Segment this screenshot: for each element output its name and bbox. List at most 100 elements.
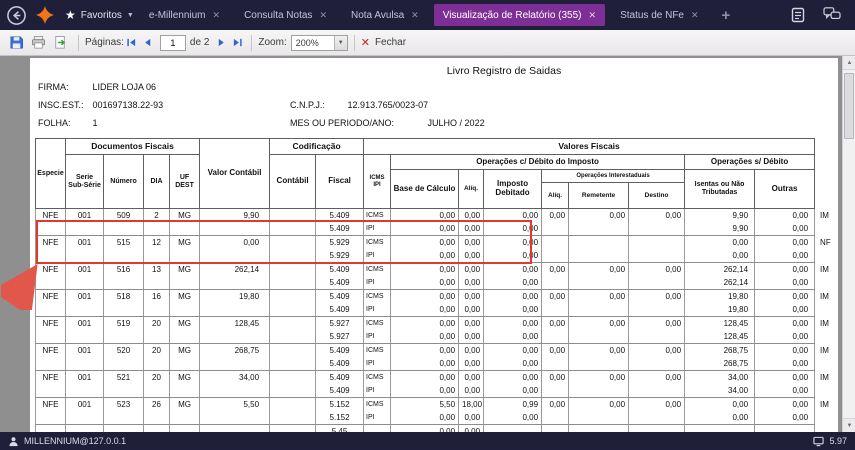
close-label: Fechar [374,37,407,48]
favorites-button[interactable]: ★ Favoritos ▼ [65,8,134,22]
periodo-label: MES OU PERIODO/ANO: [290,118,395,128]
cell-fiscal: 5.152 [315,411,365,425]
cell-destino [628,357,686,371]
cell-aliq: 0,00 [458,370,485,384]
cell-inter-aliq: 0,00 [541,316,570,330]
chat-icon[interactable] [823,6,841,24]
cell-especie: NFE [35,343,66,357]
tab-close-icon[interactable]: ✕ [589,10,597,21]
report-toolbar: Páginas: de 2 Zoom: 200% ▼ ✕ Fechar [0,30,855,56]
cell-contabil [269,249,317,263]
clipboard-icon[interactable] [789,6,807,24]
cell-base: 0,00 [390,424,460,432]
cell-inter-aliq: 0,00 [541,262,570,276]
close-report-button[interactable]: ✕ Fechar [361,36,406,49]
next-page-button[interactable] [213,35,229,51]
cell-isentas: 262,14 [684,262,756,276]
cell-fiscal: 5.409 [315,222,365,236]
cell-serie: 001 [65,370,104,384]
cell-inter-aliq [541,235,570,249]
tab-visualizacao-relatorio[interactable]: Visualização de Relatório (355) ✕ [433,4,606,26]
cell-uf [168,424,201,432]
cell-remetente: 0,00 [568,289,630,303]
firma-value: LIDER LOJA 06 [92,82,157,92]
scroll-down-icon[interactable]: ▼ [843,418,855,432]
cell-dia: 2 [143,208,170,222]
save-icon[interactable] [9,35,25,51]
cell-fiscal: 5.409 [315,276,365,290]
cell-numero: 520 [103,343,144,357]
toolbar-separator [353,34,355,51]
cell-outras: 0,00 [754,330,816,344]
page-number-input[interactable] [159,34,186,51]
zoom-select[interactable]: 200% ▼ [290,34,348,51]
firma-label: FIRMA: [38,82,69,92]
col-header-numero: Número [103,154,144,209]
scrollbar-thumb[interactable] [844,73,854,139]
group-header-op-interestaduais: Operações Interestaduais [541,169,686,183]
tab-close-icon[interactable]: ✕ [319,10,327,21]
cell-valor-contabil: 9,90 [199,208,271,222]
cell-serie: 001 [65,208,104,222]
vertical-scrollbar[interactable]: ▲ ▼ [842,56,855,432]
cell-serie [65,411,104,425]
previous-page-button[interactable] [140,35,156,51]
zoom-label: Zoom: [258,37,287,48]
tab-close-icon[interactable]: ✕ [691,10,699,21]
cell-icms-ipi: ICMS [363,235,392,249]
cell-icms-ipi: IPI [363,276,392,290]
cell-base: 5,50 [390,397,460,411]
tab-e-millennium[interactable]: e-Millennium ✕ [140,4,229,26]
col-header-obs [815,139,839,209]
cell-base: 0,00 [390,249,460,263]
cell-especie: NFE [35,316,66,330]
cell-fiscal: 5.409 [315,289,365,303]
scroll-up-icon[interactable]: ▲ [843,56,855,70]
cell-outras: 0,00 [754,343,816,357]
table-row: NFE 001 519 20 MG 128,45 5.927 ICMS 0,00 0,00 0,00… [35,316,839,330]
zoom-value: 200% [295,37,319,48]
cnpj-label: C.N.P.J.: [290,100,325,110]
cell-valor-contabil: 34,00 [199,370,271,384]
tab-status-nfe[interactable]: Status de NFe ✕ [611,4,707,26]
new-tab-button[interactable]: + [714,7,739,24]
back-button[interactable] [6,5,27,26]
cell-imposto-debitado: 0,00 [483,249,543,263]
cell-imposto-debitado: 0,00 [483,262,543,276]
tab-close-icon[interactable]: ✕ [213,10,221,21]
cell-fiscal: 5.929 [315,235,365,249]
cell-base: 0,00 [390,235,460,249]
cell-icms-ipi: IPI [363,384,392,398]
tab-close-icon[interactable]: ✕ [411,10,419,21]
cell-inter-aliq: 0,00 [541,397,570,411]
tab-nota-avulsa[interactable]: Nota Avulsa ✕ [342,4,428,26]
cell-uf [168,411,201,425]
col-header-isentas: Isentas ou Não Tributadas [684,169,756,209]
table-row: NFE 001 520 20 MG 268,75 5.409 ICMS 0,00 0,00 0,00… [35,343,839,357]
cell-destino [628,303,686,317]
cell-obs [815,276,839,290]
cell-contabil [269,303,317,317]
last-page-button[interactable] [229,35,245,51]
cell-serie: 001 [65,262,104,276]
print-icon[interactable] [31,35,47,51]
report-page: Livro Registro de Saidas FIRMA: LIDER LO… [30,58,838,432]
first-page-button[interactable] [124,35,140,51]
cell-isentas: 9,90 [684,208,756,222]
cell-inter-aliq [541,222,570,236]
cell-obs: IM [820,399,829,409]
table-row: 5.929 IPI 0,00 0,00 0,00 0,00 0,00 [35,249,839,263]
cell-especie: NFE [35,289,66,303]
cell-obs: IM [820,291,829,301]
export-icon[interactable] [53,35,69,51]
cell-imposto-debitado: 0,00 [483,276,543,290]
report-title: Livro Registro de Saidas [446,65,562,77]
cell-uf: MG [168,316,201,330]
cell-uf: MG [168,208,201,222]
cell-icms-ipi: IPI [363,249,392,263]
tab-label: Nota Avulsa [350,9,405,21]
cell-dia: 26 [143,397,170,411]
tab-consulta-notas[interactable]: Consulta Notas ✕ [235,4,336,26]
cell-dia: 13 [143,262,170,276]
cell-contabil [269,222,317,236]
